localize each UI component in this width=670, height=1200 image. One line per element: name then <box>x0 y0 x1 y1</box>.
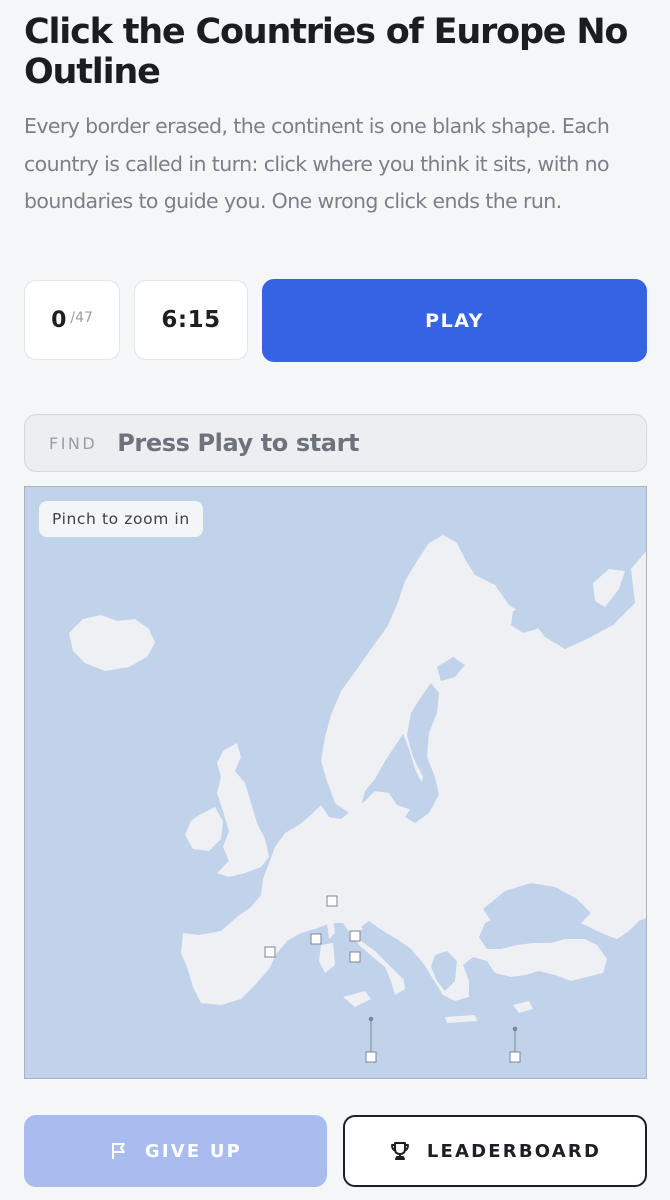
malta-point <box>368 1016 374 1022</box>
novaya-zemlya-landmass <box>593 569 625 607</box>
score-value: 0 <box>51 307 67 333</box>
cyprus-landmass <box>513 1001 533 1013</box>
find-prompt-bar: FIND Press Play to start <box>24 414 647 472</box>
quiz-page: Click the Countries of Europe No Outline… <box>0 0 670 1200</box>
ireland-landmass <box>185 807 223 851</box>
page-title: Click the Countries of Europe No Outline <box>24 12 628 92</box>
cyprus-point <box>512 1026 518 1032</box>
sicily-landmass <box>343 991 371 1007</box>
zoom-hint: Pinch to zoom in <box>39 501 203 537</box>
leaderboard-label: LEADERBOARD <box>426 1140 602 1162</box>
countdown-timer: 6:15 <box>134 280 248 360</box>
crete-landmass <box>445 1015 477 1023</box>
mainland-landmass <box>181 535 646 1005</box>
san-marino-marker <box>349 930 361 942</box>
trophy-icon <box>390 1142 409 1160</box>
quiz-description: Every border erased, the continent is on… <box>24 114 610 213</box>
liechtenstein-marker <box>326 895 338 907</box>
europe-map[interactable]: Pinch to zoom in <box>24 486 647 1079</box>
find-target-text: Press Play to start <box>117 429 360 457</box>
vatican-marker <box>349 951 361 963</box>
caspian-sea <box>629 927 646 1006</box>
great-britain-landmass <box>217 743 269 877</box>
give-up-button[interactable]: GIVE UP <box>24 1115 327 1187</box>
monaco-marker <box>310 933 322 945</box>
leaderboard-button[interactable]: LEADERBOARD <box>343 1115 647 1187</box>
andorra-marker <box>264 946 276 958</box>
find-label: FIND <box>49 433 98 453</box>
map-canvas[interactable] <box>25 487 647 1079</box>
flag-icon <box>111 1143 125 1159</box>
cyprus-marker <box>509 1051 521 1063</box>
iceland-landmass <box>69 615 155 671</box>
give-up-label: GIVE UP <box>144 1140 243 1162</box>
score-total: /47 <box>70 310 93 326</box>
play-button[interactable]: PLAY <box>262 279 647 362</box>
malta-marker <box>365 1051 377 1063</box>
sardinia-landmass <box>319 943 335 973</box>
score-counter: 0 /47 <box>24 280 120 360</box>
